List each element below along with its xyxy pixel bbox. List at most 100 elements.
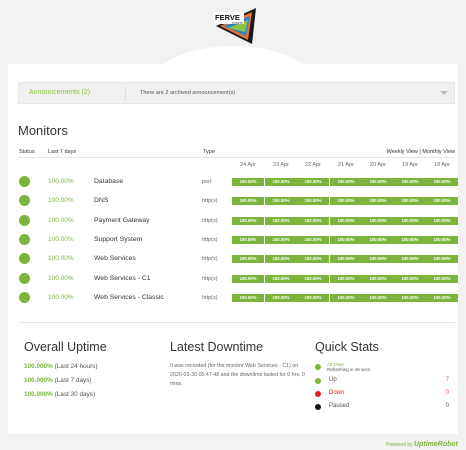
day-uptime-cell[interactable]: 100.00% [297,178,329,186]
day-uptime-cell[interactable]: 100.00% [265,216,297,225]
monitor-uptime: 100.00% [48,293,74,301]
day-uptime-cell[interactable]: 100.00% [232,293,264,302]
day-uptime-cell[interactable]: 100.00% [265,197,297,206]
day-uptime-cell[interactable]: 100.00% [330,197,362,206]
monitor-name[interactable]: Payment Gateway [94,217,150,224]
status-dot-icon [19,272,30,284]
uptimerobot-link[interactable]: UptimeRobot [414,441,458,448]
latest-downtime-title: Latest Downtime [170,340,264,354]
monitor-name[interactable]: Web Services - Classic [94,294,164,301]
day-uptime-cell[interactable]: 100.00% [394,216,426,225]
day-uptime-cell[interactable]: 100.00% [426,274,458,283]
day-uptime-cell[interactable]: 100.00% [297,255,329,264]
day-uptime-cell[interactable]: 100.00% [232,216,264,225]
status-dot-icon [19,214,30,226]
day-uptime-cell[interactable]: 100.00% [394,255,426,264]
monitor-row[interactable]: 100.00% Web Services http(s) 100.00% 100.00%… [18,250,458,269]
day-uptime-cell[interactable]: 100.00% [265,235,297,244]
monitor-name[interactable]: Web Services - C1 [94,275,151,282]
day-uptime-cell[interactable]: 100.00% [394,293,426,302]
day-uptime-cell[interactable]: 100.00% [330,178,362,186]
ferve-tickets-logo[interactable]: FERVE TICKETS [212,4,258,46]
day-uptime-cell[interactable]: 100.00% [297,235,329,244]
status-dot-icon [315,364,321,370]
monitor-name[interactable]: Database [94,178,123,185]
status-dot-icon [19,291,30,303]
monitor-row[interactable]: 100.00% Web Services - C1 http(s) 100.00% 10… [18,270,458,289]
day-uptime-cell[interactable]: 100.00% [232,197,264,206]
monitor-name[interactable]: DNS [94,197,108,204]
monthly-view-link[interactable]: Monthly View [422,149,455,155]
day-uptime-cell[interactable]: 100.00% [362,178,394,186]
monitor-row[interactable]: 100.00% DNS http(s) 100.00% 100.00% 100.00% 10… [18,192,458,211]
day-uptime-cell[interactable]: 100.00% [297,274,329,283]
quick-stat-down: Down 0 [315,389,453,399]
day-uptime-cell[interactable]: 100.00% [330,235,362,244]
status-dot-icon [315,404,321,410]
day-uptime-cell[interactable]: 100.00% [297,216,329,225]
day-uptime-cell[interactable]: 100.00% [232,178,264,186]
svg-text:TICKETS: TICKETS [232,22,243,25]
monitor-row[interactable]: 100.00% Database port 100.00% 100.00% 100.00%… [18,173,458,192]
quick-stats-title: Quick Stats [315,340,379,354]
day-uptime-cell[interactable]: 100.00% [362,216,394,225]
day-uptime-cell[interactable]: 100.00% [426,293,458,302]
date-header: 24 Apr [240,162,256,168]
day-uptime-cell[interactable]: 100.00% [394,274,426,283]
status-dot-icon [19,233,30,245]
latest-downtime-text: It was recorded (for the monitor Web Ser… [170,363,305,387]
status-dot-icon [315,391,321,397]
day-uptime-cell[interactable]: 100.00% [330,274,362,283]
day-uptime-cell[interactable]: 100.00% [297,197,329,206]
day-uptime-cell[interactable]: 100.00% [426,216,458,225]
chevron-down-icon[interactable] [440,91,448,95]
monitor-row[interactable]: 100.00% Support System http(s) 100.00% 100.0… [18,231,458,250]
monitor-row[interactable]: 100.00% Web Services - Classic http(s) 100.… [18,289,458,308]
day-uptime-cell[interactable]: 100.00% [426,255,458,264]
day-uptime-cell[interactable]: 100.00% [232,255,264,264]
monitor-uptime: 100.00% [48,235,74,243]
day-uptime-cell[interactable]: 100.00% [330,255,362,264]
monitor-name[interactable]: Support System [94,236,142,243]
day-uptime-cell[interactable]: 100.00% [362,274,394,283]
uptime-30d: 100.000% (Last 30 days) [24,391,96,398]
day-uptime-cell[interactable]: 100.00% [426,197,458,206]
day-uptime-cell[interactable]: 100.00% [330,293,362,302]
day-uptime-cell[interactable]: 100.00% [394,235,426,244]
overall-uptime-title: Overall Uptime [24,340,107,354]
date-header: 18 Apr [434,162,450,168]
day-uptime-cell[interactable]: 100.00% [426,235,458,244]
monitor-type: http(s) [202,275,218,282]
announcements-bar[interactable]: Announcements (2) There are 2 archived a… [18,82,455,104]
day-uptime-cell[interactable]: 100.00% [426,178,458,186]
day-uptime-cell[interactable]: 100.00% [362,235,394,244]
day-uptime-cell[interactable]: 100.00% [362,293,394,302]
day-uptime-cell[interactable]: 100.00% [265,293,297,302]
day-uptime-cell[interactable]: 100.00% [232,235,264,244]
monitor-row[interactable]: 100.00% Payment Gateway http(s) 100.00% 100.… [18,212,458,231]
day-uptime-cell[interactable]: 100.00% [330,216,362,225]
day-uptime-cell[interactable]: 100.00% [297,293,329,302]
day-uptime-cell[interactable]: 100.00% [394,178,426,186]
quick-stat-value: 0 [445,403,449,409]
weekly-view-link[interactable]: Weekly View [387,149,418,155]
date-header: 23 Apr [273,162,289,168]
day-uptime-cell[interactable]: 100.00% [265,255,297,264]
date-header: 19 Apr [402,162,418,168]
day-uptime-cell[interactable]: 100.00% [394,197,426,206]
day-uptime-cell[interactable]: 100.00% [362,255,394,264]
day-uptime-cell[interactable]: 100.00% [265,178,297,186]
day-uptime-cell[interactable]: 100.00% [232,274,264,283]
day-uptime-cell[interactable]: 100.00% [265,274,297,283]
day-uptime-cell[interactable]: 100.00% [362,197,394,206]
monitor-uptime: 100.00% [48,255,74,263]
monitor-type: http(s) [202,198,218,205]
view-divider: | [419,149,421,155]
announcements-label[interactable]: Announcements (2) [29,89,90,96]
refresh-countdown: Refreshing in 46 secs [327,367,371,372]
footer-powered-by: Powered by UptimeRobot [386,441,458,448]
monitor-name[interactable]: Web Services [94,255,136,262]
date-header: 20 Apr [370,162,386,168]
uptime-7d: 100.000% (Last 7 days) [24,377,92,384]
section-divider [18,322,455,323]
